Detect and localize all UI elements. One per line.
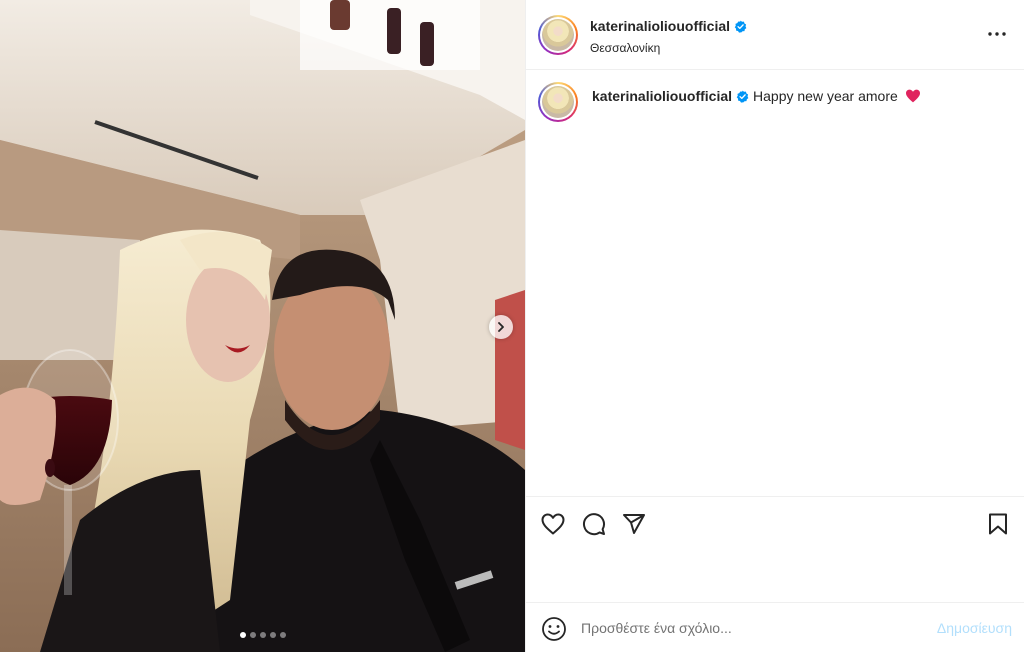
comment-icon <box>583 513 605 536</box>
carousel-dot <box>279 632 286 638</box>
caption-avatar[interactable] <box>538 82 578 122</box>
comment-button[interactable] <box>581 511 607 537</box>
carousel-dot <box>269 632 276 638</box>
caption-username[interactable]: katerinalioliouofficial <box>592 88 732 104</box>
bookmark-icon <box>989 513 1007 535</box>
carousel-dot <box>239 632 246 638</box>
smiley-icon <box>542 617 566 641</box>
more-options-button[interactable] <box>986 24 1008 44</box>
verified-badge-icon <box>734 20 747 33</box>
save-button[interactable] <box>985 511 1011 537</box>
paper-plane-icon <box>623 514 645 534</box>
carousel-dot <box>259 632 266 638</box>
caption: katerinalioliouofficial Happy new year a… <box>526 82 1024 126</box>
post-header: katerinalioliouofficial Θεσσαλονίκη <box>526 0 1024 70</box>
comment-composer: Δημοσίευση <box>526 602 1024 652</box>
avatar-image <box>542 19 574 51</box>
action-bar <box>526 496 1024 546</box>
post-photo <box>0 0 525 652</box>
post-modal: katerinalioliouofficial Θεσσαλονίκη kate… <box>0 0 1024 652</box>
avatar-image <box>542 86 574 118</box>
emoji-picker-button[interactable] <box>541 616 567 642</box>
like-button[interactable] <box>540 511 566 537</box>
more-options-icon <box>988 32 1006 36</box>
heart-emoji-icon <box>905 89 920 103</box>
post-media[interactable] <box>0 0 525 652</box>
share-button[interactable] <box>621 511 647 537</box>
heart-icon <box>541 513 565 535</box>
carousel-dot <box>249 632 256 638</box>
author-block: katerinalioliouofficial Θεσσαλονίκη <box>590 18 747 55</box>
caption-text: Happy new year amore <box>753 88 898 104</box>
comment-input[interactable] <box>581 617 911 639</box>
author-username[interactable]: katerinalioliouofficial <box>590 18 730 34</box>
carousel-indicator <box>0 632 525 638</box>
carousel-next-button[interactable] <box>489 315 513 339</box>
post-comment-button[interactable]: Δημοσίευση <box>930 620 1012 636</box>
chevron-right-icon <box>498 322 504 332</box>
post-location[interactable]: Θεσσαλονίκη <box>590 41 747 55</box>
verified-badge-icon <box>736 90 749 103</box>
post-details-pane: katerinalioliouofficial Θεσσαλονίκη kate… <box>525 0 1024 652</box>
avatar[interactable] <box>538 15 578 55</box>
